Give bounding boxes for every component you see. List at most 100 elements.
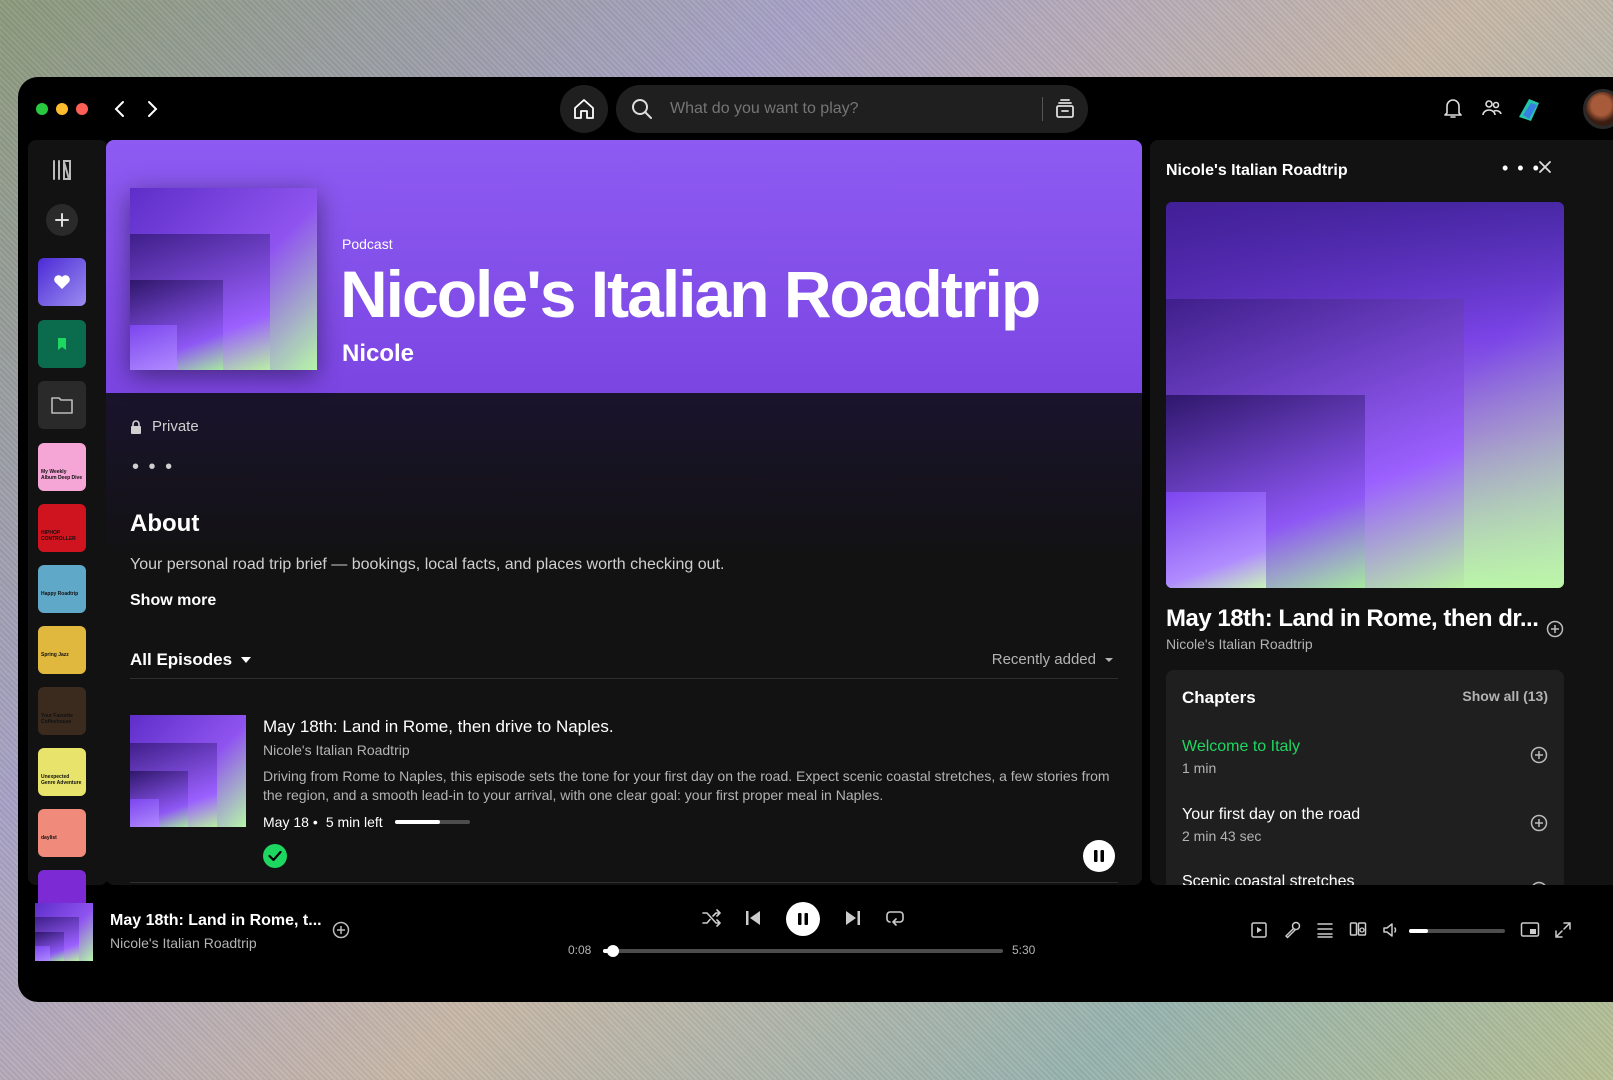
more-options-button[interactable]: • • •: [132, 456, 174, 479]
show-more-button[interactable]: Show more: [130, 592, 216, 610]
pause-icon: [798, 913, 808, 925]
maximize-button[interactable]: [36, 103, 48, 115]
podcast-header: Podcast Nicole's Italian Roadtrip Nicole: [106, 140, 1142, 393]
friends-activity-button[interactable]: [1481, 97, 1503, 119]
playlist-tile[interactable]: Spring Jazz: [38, 626, 86, 674]
player-bar: May 18th: Land in Rome, t... Nicole's It…: [18, 885, 1613, 1002]
episode-pause-button[interactable]: [1083, 840, 1115, 872]
chapter-name: Your first day on the road: [1182, 806, 1361, 823]
repeat-icon: [886, 911, 904, 926]
minimize-button[interactable]: [56, 103, 68, 115]
panel-more-button[interactable]: • • •: [1502, 158, 1541, 179]
close-icon: [1539, 161, 1551, 173]
panel-title[interactable]: Nicole's Italian Roadtrip: [1166, 162, 1348, 180]
window-controls: [36, 103, 88, 115]
volume-fill: [1409, 929, 1429, 933]
panel-close-button[interactable]: [1538, 160, 1552, 174]
previous-button[interactable]: [744, 909, 762, 927]
add-to-library-button[interactable]: [1546, 620, 1564, 638]
chapter-item[interactable]: Your first day on the road 2 min 43 sec: [1182, 806, 1548, 844]
home-button[interactable]: [560, 85, 608, 133]
back-icon[interactable]: [106, 95, 134, 123]
playlist-tile-label: Happy Roadtrip: [41, 591, 79, 597]
player-show[interactable]: Nicole's Italian Roadtrip: [110, 935, 257, 951]
elapsed-time: 0:08: [568, 943, 592, 957]
playlist-tile[interactable]: Your Favorite Coffeehouse: [38, 687, 86, 735]
shuffle-button[interactable]: [702, 909, 722, 927]
queue-icon: [1317, 923, 1333, 938]
connect-device-button[interactable]: [1349, 921, 1367, 939]
play-pause-button[interactable]: [786, 902, 820, 936]
now-playing-show[interactable]: Nicole's Italian Roadtrip: [1166, 636, 1313, 652]
home-icon: [574, 99, 594, 119]
now-playing-view-button[interactable]: [1250, 921, 1268, 939]
episode-title[interactable]: May 18th: Land in Rome, then drive to Na…: [263, 717, 614, 737]
plus-icon: [55, 213, 69, 227]
podcast-author[interactable]: Nicole: [342, 340, 414, 368]
mute-button[interactable]: [1382, 921, 1400, 939]
playlist-tile[interactable]: My Weekly Album Deep Dive: [38, 443, 86, 491]
create-button[interactable]: [46, 204, 78, 236]
folder-icon: [51, 397, 73, 414]
top-bar: [18, 77, 1613, 141]
playback-progress-bar[interactable]: [603, 945, 1003, 957]
lyrics-button[interactable]: [1283, 921, 1301, 939]
show-all-chapters-button[interactable]: Show all (13): [1462, 688, 1548, 704]
app-window: My Weekly Album Deep Dive HIPHOP CONTROLL…: [18, 77, 1613, 1002]
player-thumbnail[interactable]: [35, 903, 93, 961]
your-episodes-tile[interactable]: [38, 320, 86, 368]
episode-thumbnail: [130, 715, 246, 827]
folder-tile[interactable]: [38, 381, 86, 429]
miniplayer-icon: [1520, 922, 1540, 937]
search-bar[interactable]: [616, 85, 1088, 133]
player-add-button[interactable]: [332, 921, 350, 939]
chapter-add-button[interactable]: [1530, 746, 1548, 764]
pause-icon: [1094, 850, 1104, 862]
repeat-button[interactable]: [885, 909, 905, 927]
now-playing-panel: Nicole's Italian Roadtrip • • • May 18th…: [1150, 140, 1613, 885]
liked-heart-icon: [54, 275, 70, 289]
volume-icon: [1383, 923, 1397, 937]
episode-meta: May 18 • 5 min left: [263, 814, 470, 830]
episode-show[interactable]: Nicole's Italian Roadtrip: [263, 742, 410, 758]
playlist-tile[interactable]: Happy Roadtrip: [38, 565, 86, 613]
browse-button[interactable]: [1043, 97, 1087, 121]
volume-slider[interactable]: [1409, 929, 1505, 933]
playlist-tile[interactable]: daylist: [38, 809, 86, 857]
meta-separator: •: [312, 814, 318, 830]
liked-songs-tile[interactable]: [38, 258, 86, 306]
search-input[interactable]: [668, 99, 1042, 119]
miniplayer-button[interactable]: [1520, 921, 1540, 939]
sort-dropdown[interactable]: Recently added: [992, 651, 1114, 668]
episode-remaining: 5 min left: [325, 814, 383, 830]
notifications-button[interactable]: [1443, 97, 1463, 119]
playlist-tile[interactable]: HIPHOP CONTROLLER: [38, 504, 86, 552]
caret-down-icon: [1105, 657, 1113, 662]
avatar[interactable]: [1583, 89, 1613, 129]
sort-label: Recently added: [991, 651, 1096, 668]
skip-back-icon: [746, 911, 760, 925]
playlist-tile[interactable]: Unexpected Genre Adventure: [38, 748, 86, 796]
episodes-filter[interactable]: All Episodes: [130, 650, 252, 670]
add-circle-icon: [1530, 814, 1548, 832]
chapter-item[interactable]: Welcome to Italy 1 min: [1182, 738, 1548, 776]
now-playing-title[interactable]: May 18th: Land in Rome, then dr...: [1166, 605, 1539, 633]
page-title: Nicole's Italian Roadtrip: [340, 257, 1041, 331]
fullscreen-button[interactable]: [1554, 921, 1572, 939]
podcast-page: Podcast Nicole's Italian Roadtrip Nicole…: [106, 140, 1142, 885]
library-rail: My Weekly Album Deep Dive HIPHOP CONTROLL…: [28, 140, 108, 918]
playback-progress-handle[interactable]: [606, 945, 619, 957]
app-logo[interactable]: [1515, 95, 1543, 123]
chapter-item[interactable]: Scenic coastal stretches: [1182, 873, 1548, 885]
chapter-add-button[interactable]: [1530, 814, 1548, 832]
next-button[interactable]: [844, 909, 862, 927]
saved-check-icon[interactable]: [263, 844, 287, 868]
queue-button[interactable]: [1316, 921, 1334, 939]
now-playing-art: [1166, 202, 1564, 588]
close-button[interactable]: [76, 103, 88, 115]
library-icon[interactable]: [50, 158, 74, 182]
player-title[interactable]: May 18th: Land in Rome, t...: [110, 912, 322, 930]
chapter-name: Welcome to Italy: [1182, 738, 1300, 755]
playlist-tile-label: Spring Jazz: [41, 652, 69, 658]
forward-icon[interactable]: [138, 95, 166, 123]
